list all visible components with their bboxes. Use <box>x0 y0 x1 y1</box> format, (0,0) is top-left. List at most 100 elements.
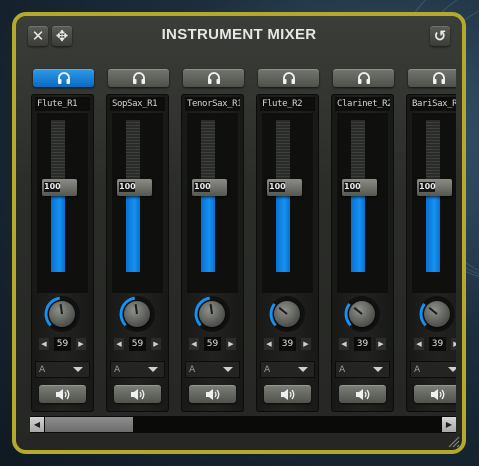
fader-track[interactable] <box>426 120 440 272</box>
pan-increment-button[interactable]: ▶ <box>451 338 456 350</box>
horizontal-scrollbar[interactable]: ◀ ▶ <box>30 416 456 433</box>
output-select[interactable]: A <box>110 361 165 378</box>
solo-button[interactable] <box>108 69 169 87</box>
pan-increment-button[interactable]: ▶ <box>76 338 86 350</box>
pan-pointer <box>209 303 213 315</box>
fader-fill <box>426 188 440 272</box>
channel-body: Clarinet_R2 100 ◀ 39 ▶ A <box>331 94 394 412</box>
channel-name: SopSax_R1 <box>110 97 165 111</box>
output-select[interactable]: A <box>185 361 240 378</box>
chevron-down-icon <box>223 367 233 372</box>
volume-fader[interactable]: 100 <box>117 179 152 196</box>
pan-decrement-button[interactable]: ◀ <box>114 338 124 350</box>
output-value: A <box>189 365 196 375</box>
channel-body: Flute_R1 100 ◀ 59 ▶ A <box>31 94 94 412</box>
output-value: A <box>39 365 46 375</box>
mute-button[interactable] <box>189 385 236 403</box>
scroll-left-button[interactable]: ◀ <box>30 417 44 432</box>
solo-button[interactable] <box>258 69 319 87</box>
volume-fader[interactable]: 100 <box>192 179 227 196</box>
volume-fader[interactable]: 100 <box>417 179 452 196</box>
pan-knob[interactable] <box>344 296 380 332</box>
output-value: A <box>414 365 421 375</box>
volume-value: 100 <box>269 182 286 192</box>
output-value: A <box>339 365 346 375</box>
reset-icon[interactable]: ↺ <box>430 26 450 46</box>
output-select[interactable]: A <box>410 361 456 378</box>
channel-name: Flute_R1 <box>35 97 90 111</box>
fader-track[interactable] <box>126 120 140 272</box>
pan-decrement-button[interactable]: ◀ <box>264 338 274 350</box>
pan-stepper: ◀ 59 ▶ <box>36 337 89 351</box>
solo-button[interactable] <box>408 69 456 87</box>
channel-body: TenorSax_R1 100 ◀ 59 ▶ A <box>181 94 244 412</box>
pan-knob[interactable] <box>119 296 155 332</box>
channel-strips: Flute_R1 100 ◀ 59 ▶ A SopSax_R1 100 ◀ 59… <box>30 66 456 414</box>
mute-button[interactable] <box>414 385 456 403</box>
headphones-icon <box>132 71 145 84</box>
pan-stepper: ◀ 59 ▶ <box>186 337 239 351</box>
pan-knob[interactable] <box>269 296 305 332</box>
pan-knob[interactable] <box>194 296 230 332</box>
pan-value: 59 <box>54 337 71 351</box>
pan-value: 59 <box>204 337 221 351</box>
mute-button[interactable] <box>39 385 86 403</box>
fader-track[interactable] <box>51 120 65 272</box>
channel-strip-4: Flute_R2 100 ◀ 39 ▶ A <box>255 66 319 414</box>
pan-pointer <box>59 303 63 315</box>
pan-increment-button[interactable]: ▶ <box>376 338 386 350</box>
scroll-right-button[interactable]: ▶ <box>442 417 456 432</box>
pan-knob[interactable] <box>419 296 455 332</box>
mute-button[interactable] <box>114 385 161 403</box>
pan-increment-button[interactable]: ▶ <box>151 338 161 350</box>
volume-fader[interactable]: 100 <box>42 179 77 196</box>
chevron-down-icon <box>448 367 456 372</box>
chevron-down-icon <box>298 367 308 372</box>
chevron-down-icon <box>73 367 83 372</box>
pan-value: 39 <box>429 337 446 351</box>
volume-value: 100 <box>419 182 436 192</box>
chevron-down-icon <box>148 367 158 372</box>
output-select[interactable]: A <box>335 361 390 378</box>
volume-fader[interactable]: 100 <box>267 179 302 196</box>
fader-track[interactable] <box>201 120 215 272</box>
speaker-icon <box>280 388 294 400</box>
mixer-window: ✕ ✥ INSTRUMENT MIXER ↺ Flute_R1 100 ◀ 59… <box>12 12 466 454</box>
pan-value: 59 <box>129 337 146 351</box>
headphones-icon <box>282 71 295 84</box>
mute-button[interactable] <box>339 385 386 403</box>
output-select[interactable]: A <box>35 361 90 378</box>
speaker-icon <box>205 388 219 400</box>
title-bar[interactable]: ✕ ✥ INSTRUMENT MIXER ↺ <box>16 16 462 58</box>
pan-knob[interactable] <box>44 296 80 332</box>
channel-name: BariSax_R2 <box>410 97 456 111</box>
speaker-icon <box>130 388 144 400</box>
fader-track[interactable] <box>351 120 365 272</box>
fader-fill <box>126 188 140 272</box>
pan-stepper: ◀ 59 ▶ <box>111 337 164 351</box>
pan-decrement-button[interactable]: ◀ <box>339 338 349 350</box>
fader-track[interactable] <box>276 120 290 272</box>
fader-fill <box>351 188 365 272</box>
output-select[interactable]: A <box>260 361 315 378</box>
pan-increment-button[interactable]: ▶ <box>301 338 311 350</box>
mute-button[interactable] <box>264 385 311 403</box>
fader-fill <box>201 188 215 272</box>
channel-name: TenorSax_R1 <box>185 97 240 111</box>
volume-fader[interactable]: 100 <box>342 179 377 196</box>
pan-increment-button[interactable]: ▶ <box>226 338 236 350</box>
headphones-icon <box>357 71 370 84</box>
scroll-thumb[interactable] <box>45 417 133 432</box>
speaker-icon <box>55 388 69 400</box>
pan-decrement-button[interactable]: ◀ <box>189 338 199 350</box>
pan-decrement-button[interactable]: ◀ <box>39 338 49 350</box>
solo-button[interactable] <box>33 69 94 87</box>
volume-value: 100 <box>44 182 61 192</box>
resize-grip-icon[interactable] <box>448 436 460 448</box>
output-value: A <box>114 365 121 375</box>
solo-button[interactable] <box>333 69 394 87</box>
solo-button[interactable] <box>183 69 244 87</box>
pan-decrement-button[interactable]: ◀ <box>414 338 424 350</box>
pan-stepper: ◀ 39 ▶ <box>261 337 314 351</box>
channel-body: BariSax_R2 100 ◀ 39 ▶ A <box>406 94 456 412</box>
